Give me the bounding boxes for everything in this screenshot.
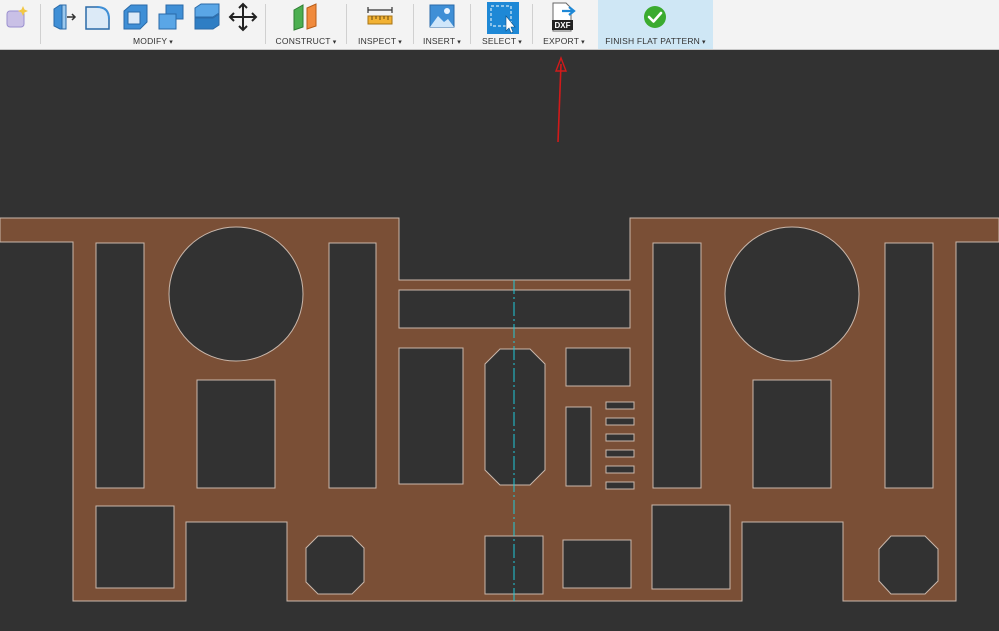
inspect-group[interactable]: INSPECT ▾: [350, 0, 410, 49]
toolbar: MODIFY ▾ CONSTRUCT ▾ INSPECT ▾ INSERT ▾ …: [0, 0, 999, 50]
finish-check-icon[interactable]: [640, 2, 670, 32]
insert-image-icon[interactable]: [427, 2, 457, 32]
cutout-vent-slot: [605, 401, 635, 410]
fillet-icon[interactable]: [83, 2, 113, 32]
construct-label[interactable]: CONSTRUCT ▾: [270, 36, 342, 46]
cutout-octagon: [878, 535, 939, 595]
modify-group[interactable]: MODIFY ▾: [44, 0, 262, 49]
toolbar-separator: [470, 4, 471, 44]
cutout-slot: [565, 406, 592, 487]
cutout-rect: [651, 504, 731, 590]
sketch-sparkle-icon[interactable]: [4, 4, 34, 34]
cutout-rect: [562, 539, 632, 589]
cutout-vent-slot: [605, 417, 635, 426]
split-body-icon[interactable]: [192, 2, 222, 32]
cutout-slot: [884, 242, 934, 489]
cutout-octagon: [484, 348, 546, 486]
cutout-rect: [95, 505, 175, 589]
cutout-octagon: [305, 535, 365, 595]
shell-icon[interactable]: [120, 2, 150, 32]
export-group[interactable]: DXF EXPORT ▾: [536, 0, 592, 49]
export-dxf-icon-text: DXF: [555, 21, 571, 30]
export-label[interactable]: EXPORT ▾: [536, 36, 592, 46]
toolbar-separator: [413, 4, 414, 44]
offset-plane-icon[interactable]: [291, 2, 321, 32]
construct-group[interactable]: CONSTRUCT ▾: [270, 0, 342, 49]
combine-icon[interactable]: [156, 2, 186, 32]
measure-icon[interactable]: [365, 2, 395, 32]
toolbar-separator: [346, 4, 347, 44]
cutout-rect: [398, 347, 464, 485]
cutout-vent-slot: [605, 433, 635, 442]
select-label[interactable]: SELECT ▾: [474, 36, 530, 46]
cutout-vent-slot: [605, 465, 635, 474]
finish-flat-pattern-group[interactable]: FINISH FLAT PATTERN ▾: [598, 0, 713, 49]
toolbar-separator: [532, 4, 533, 44]
finish-flat-pattern-label[interactable]: FINISH FLAT PATTERN ▾: [598, 36, 713, 46]
modify-label[interactable]: MODIFY ▾: [44, 36, 262, 46]
select-group[interactable]: SELECT ▾: [474, 0, 530, 49]
cutout-slot: [652, 242, 702, 489]
flat-pattern-drawing: [0, 56, 999, 602]
cutout-vent-slot: [605, 449, 635, 458]
inspect-label[interactable]: INSPECT ▾: [350, 36, 410, 46]
toolbar-separator: [40, 4, 41, 44]
insert-group[interactable]: INSERT ▾: [416, 0, 468, 49]
annotation-arrow: [554, 56, 568, 143]
cutout-rect: [196, 379, 276, 489]
move-icon[interactable]: [228, 2, 258, 32]
insert-label[interactable]: INSERT ▾: [416, 36, 468, 46]
cutout-slot: [95, 242, 145, 489]
cutout-circle: [724, 226, 860, 362]
toolbar-separator: [265, 4, 266, 44]
window-select-icon[interactable]: [487, 2, 519, 34]
viewport-canvas[interactable]: [0, 50, 999, 626]
press-pull-icon[interactable]: [48, 2, 78, 32]
cutout-circle: [168, 226, 304, 362]
cutout-slot: [328, 242, 377, 489]
cutout-rect: [752, 379, 832, 489]
export-dxf-icon[interactable]: DXF: [549, 2, 579, 32]
cutout-vent-slot: [605, 481, 635, 490]
cutout-rect: [565, 347, 631, 387]
